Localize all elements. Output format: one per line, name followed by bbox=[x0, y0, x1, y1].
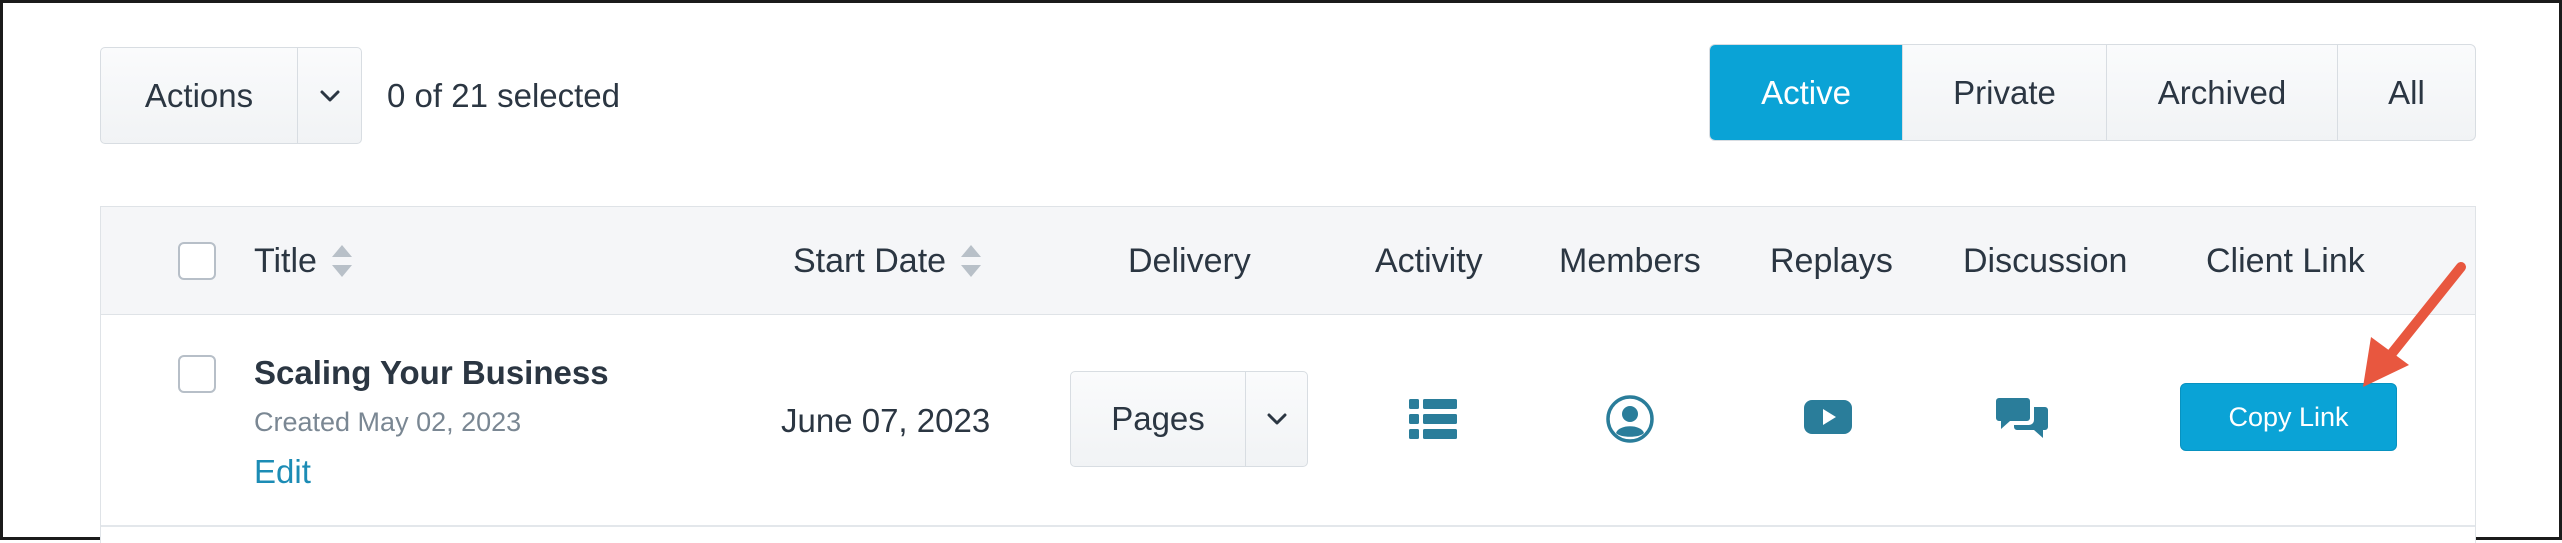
delivery-dropdown[interactable]: Pages bbox=[1070, 371, 1308, 467]
session-start-date: June 07, 2023 bbox=[781, 402, 991, 439]
delivery-caret-button[interactable] bbox=[1246, 372, 1307, 466]
column-header-replays: Replays bbox=[1770, 241, 1893, 280]
filter-private-button[interactable]: Private bbox=[1902, 45, 2106, 140]
filter-archived-button[interactable]: Archived bbox=[2106, 45, 2337, 140]
table-header: Title Start Date Delivery Activity Membe… bbox=[101, 207, 2475, 315]
session-title[interactable]: Scaling Your Business bbox=[254, 354, 609, 392]
row-select-checkbox[interactable] bbox=[178, 355, 216, 393]
filter-active-button[interactable]: Active bbox=[1710, 45, 1902, 140]
column-header-activity: Activity bbox=[1375, 241, 1483, 280]
chevron-down-icon bbox=[320, 90, 339, 101]
status-filter-group: Active Private Archived All bbox=[1709, 44, 2476, 141]
column-header-members: Members bbox=[1559, 241, 1701, 280]
column-header-start-date[interactable]: Start Date bbox=[793, 207, 982, 315]
delivery-button[interactable]: Pages bbox=[1071, 372, 1246, 466]
sort-icon bbox=[961, 245, 982, 277]
user-circle-icon[interactable] bbox=[1606, 395, 1654, 443]
selection-count: 0 of 21 selected bbox=[387, 77, 620, 114]
edit-link[interactable]: Edit bbox=[254, 453, 311, 491]
chat-bubbles-icon[interactable] bbox=[1996, 394, 2048, 442]
column-start-date-label: Start Date bbox=[793, 241, 947, 280]
column-header-client-link: Client Link bbox=[2206, 241, 2365, 280]
actions-caret-button[interactable] bbox=[298, 48, 361, 143]
session-created-date: Created May 02, 2023 bbox=[254, 407, 522, 437]
sessions-table: Title Start Date Delivery Activity Membe… bbox=[100, 206, 2476, 543]
column-header-delivery: Delivery bbox=[1128, 241, 1251, 280]
actions-dropdown[interactable]: Actions bbox=[100, 47, 362, 144]
sort-icon bbox=[331, 245, 352, 277]
play-video-icon[interactable] bbox=[1804, 400, 1852, 434]
column-header-title[interactable]: Title bbox=[254, 207, 353, 315]
row-divider bbox=[101, 525, 2475, 527]
page-frame: Actions 0 of 21 selected Active Private … bbox=[0, 0, 2562, 543]
column-header-discussion: Discussion bbox=[1963, 241, 2128, 280]
actions-button[interactable]: Actions bbox=[101, 48, 298, 143]
copy-link-button[interactable]: Copy Link bbox=[2180, 383, 2397, 451]
select-all-checkbox[interactable] bbox=[178, 242, 216, 280]
column-title-label: Title bbox=[254, 241, 317, 280]
annotation-arrow-icon bbox=[2363, 262, 2466, 387]
chevron-down-icon bbox=[1267, 413, 1286, 425]
list-icon[interactable] bbox=[1409, 399, 1457, 439]
filter-all-button[interactable]: All bbox=[2337, 45, 2475, 140]
